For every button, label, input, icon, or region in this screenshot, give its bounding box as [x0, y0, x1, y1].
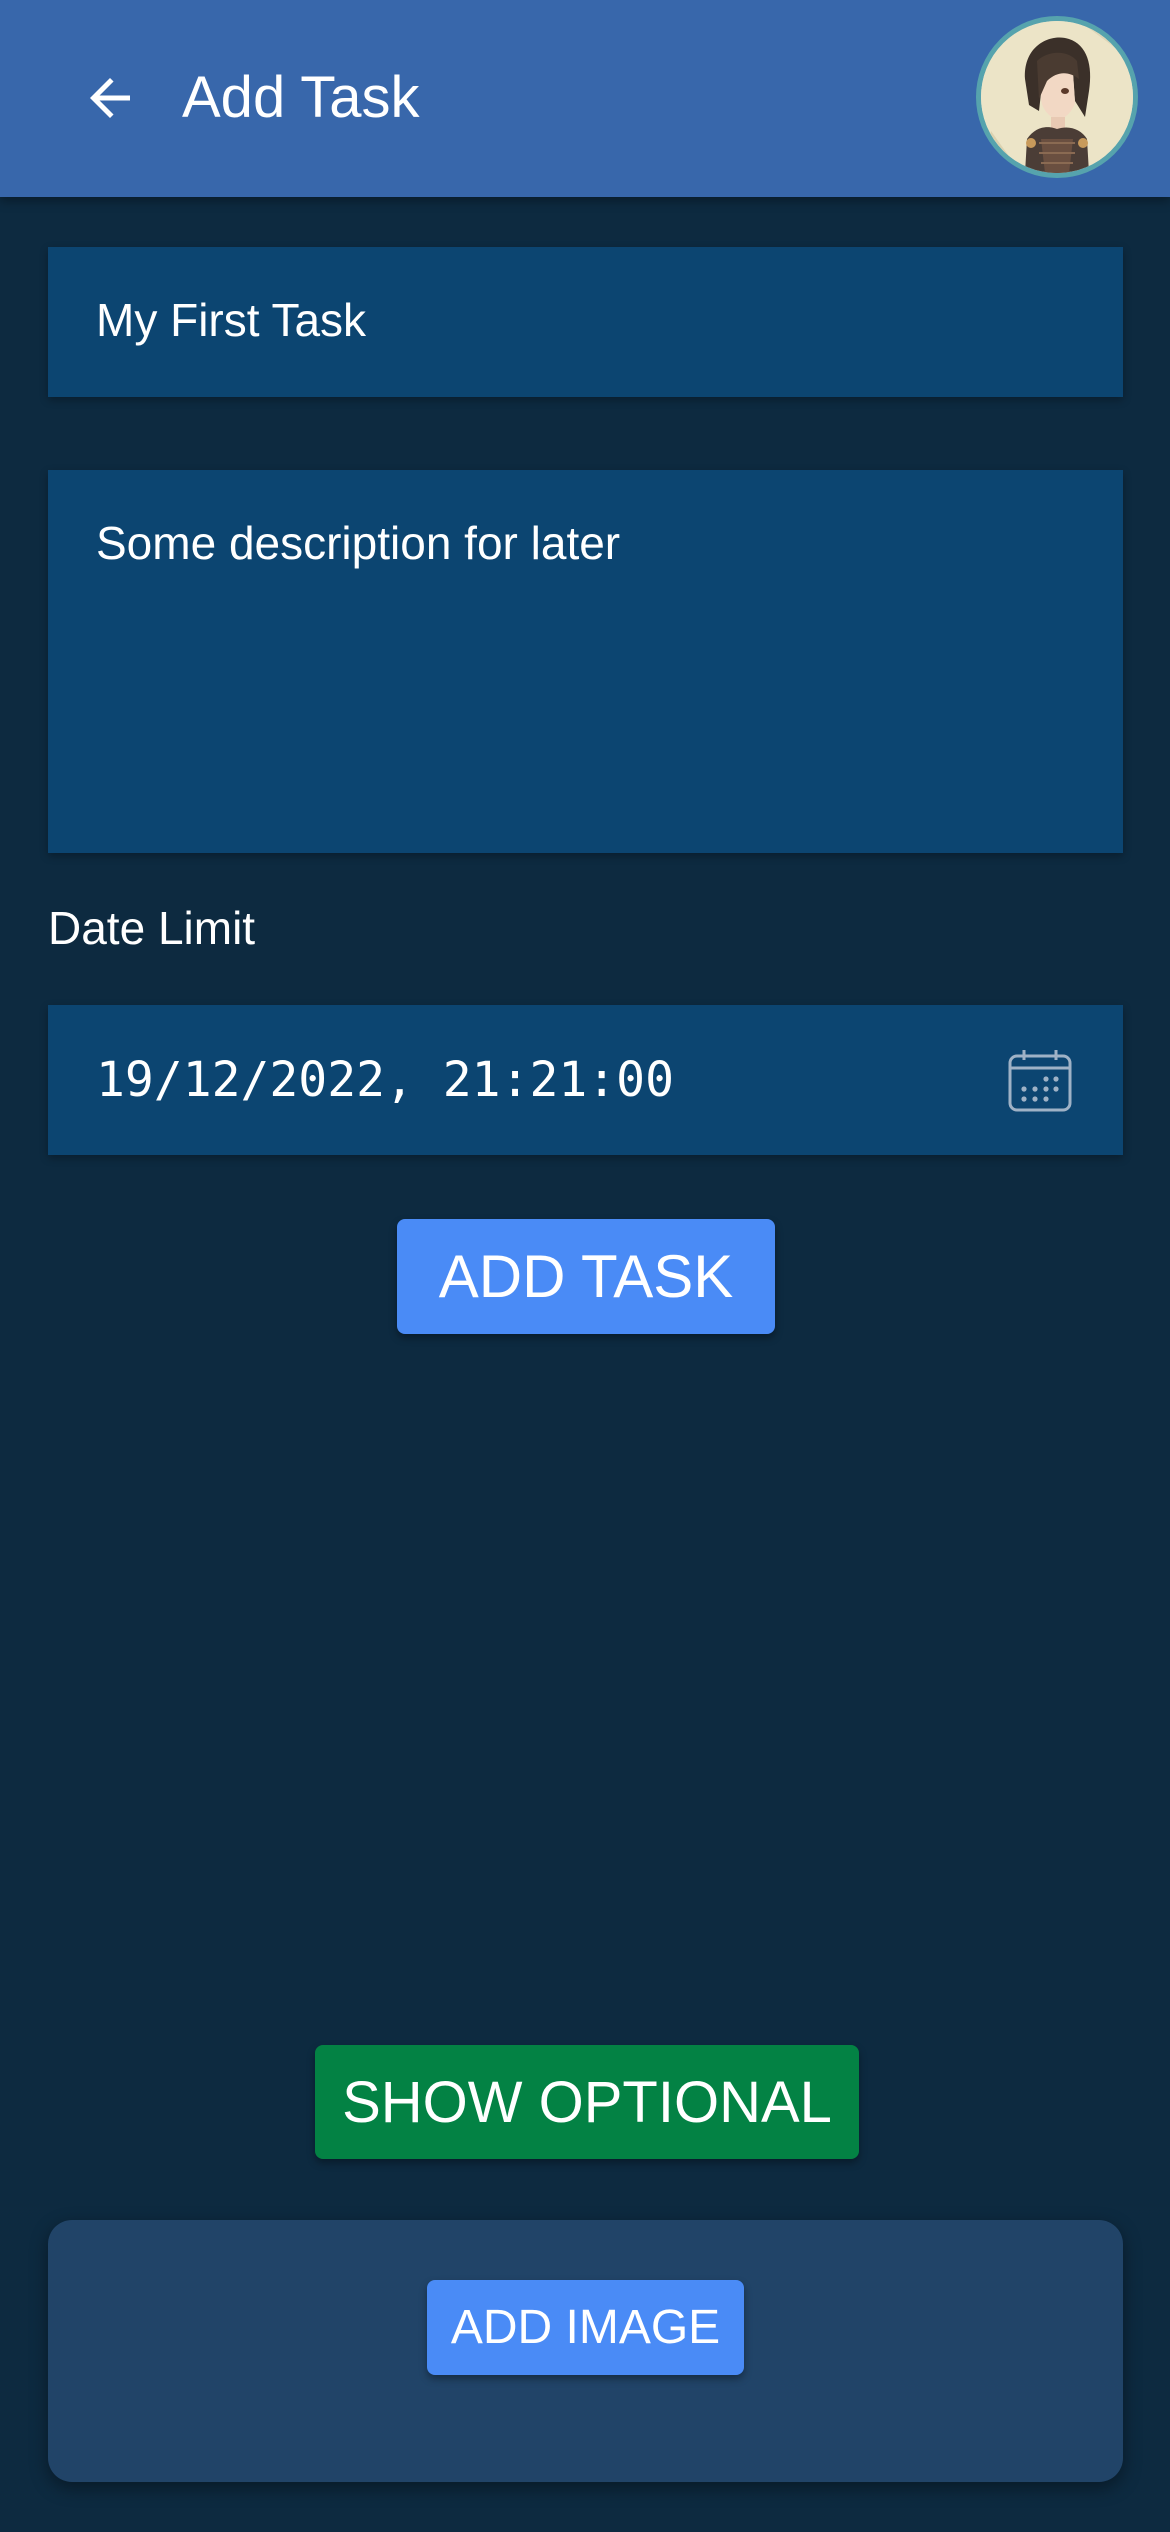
task-title-input[interactable]: My First Task: [48, 247, 1123, 397]
add-image-button[interactable]: ADD IMAGE: [427, 2280, 744, 2375]
app-bar: Add Task: [0, 0, 1170, 197]
calendar-icon[interactable]: [1007, 1047, 1073, 1113]
arrow-left-icon: [90, 78, 130, 118]
task-description-input[interactable]: Some description for later: [48, 470, 1123, 853]
back-button[interactable]: [72, 60, 148, 136]
task-description-value: Some description for later: [96, 517, 621, 569]
optional-panel: ADD IMAGE: [48, 2220, 1123, 2482]
task-title-value: My First Task: [96, 294, 367, 346]
avatar[interactable]: [976, 16, 1138, 178]
add-task-button[interactable]: ADD TASK: [397, 1219, 775, 1334]
date-limit-input[interactable]: 19/12/2022, 21:21:00: [48, 1005, 1123, 1155]
date-limit-label: Date Limit: [48, 902, 256, 954]
date-limit-value: 19/12/2022, 21:21:00: [96, 1052, 674, 1108]
show-optional-button[interactable]: SHOW OPTIONAL: [315, 2045, 859, 2159]
user-avatar-image: [981, 21, 1133, 173]
page-title: Add Task: [182, 65, 420, 130]
